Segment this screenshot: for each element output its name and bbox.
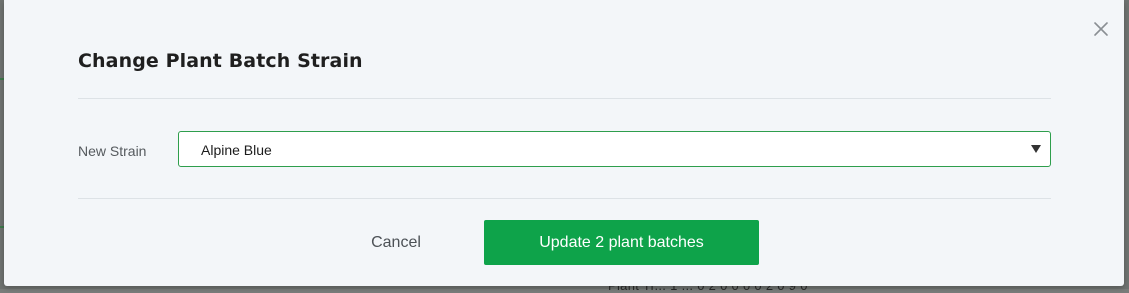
update-plant-batches-button[interactable]: Update 2 plant batches bbox=[484, 220, 759, 265]
dialog-title: Change Plant Batch Strain bbox=[78, 50, 363, 72]
close-button[interactable] bbox=[1090, 18, 1112, 40]
new-strain-label: New Strain bbox=[78, 143, 147, 159]
cancel-button[interactable]: Cancel bbox=[346, 222, 446, 264]
footer-divider bbox=[78, 198, 1051, 199]
header-divider bbox=[78, 98, 1051, 99]
new-strain-select[interactable]: Alpine Blue bbox=[178, 131, 1051, 167]
caret-down-icon bbox=[1031, 145, 1041, 153]
new-strain-value: Alpine Blue bbox=[201, 142, 272, 158]
change-strain-dialog: Change Plant Batch Strain New Strain Alp… bbox=[4, 0, 1124, 286]
close-icon bbox=[1094, 22, 1108, 36]
